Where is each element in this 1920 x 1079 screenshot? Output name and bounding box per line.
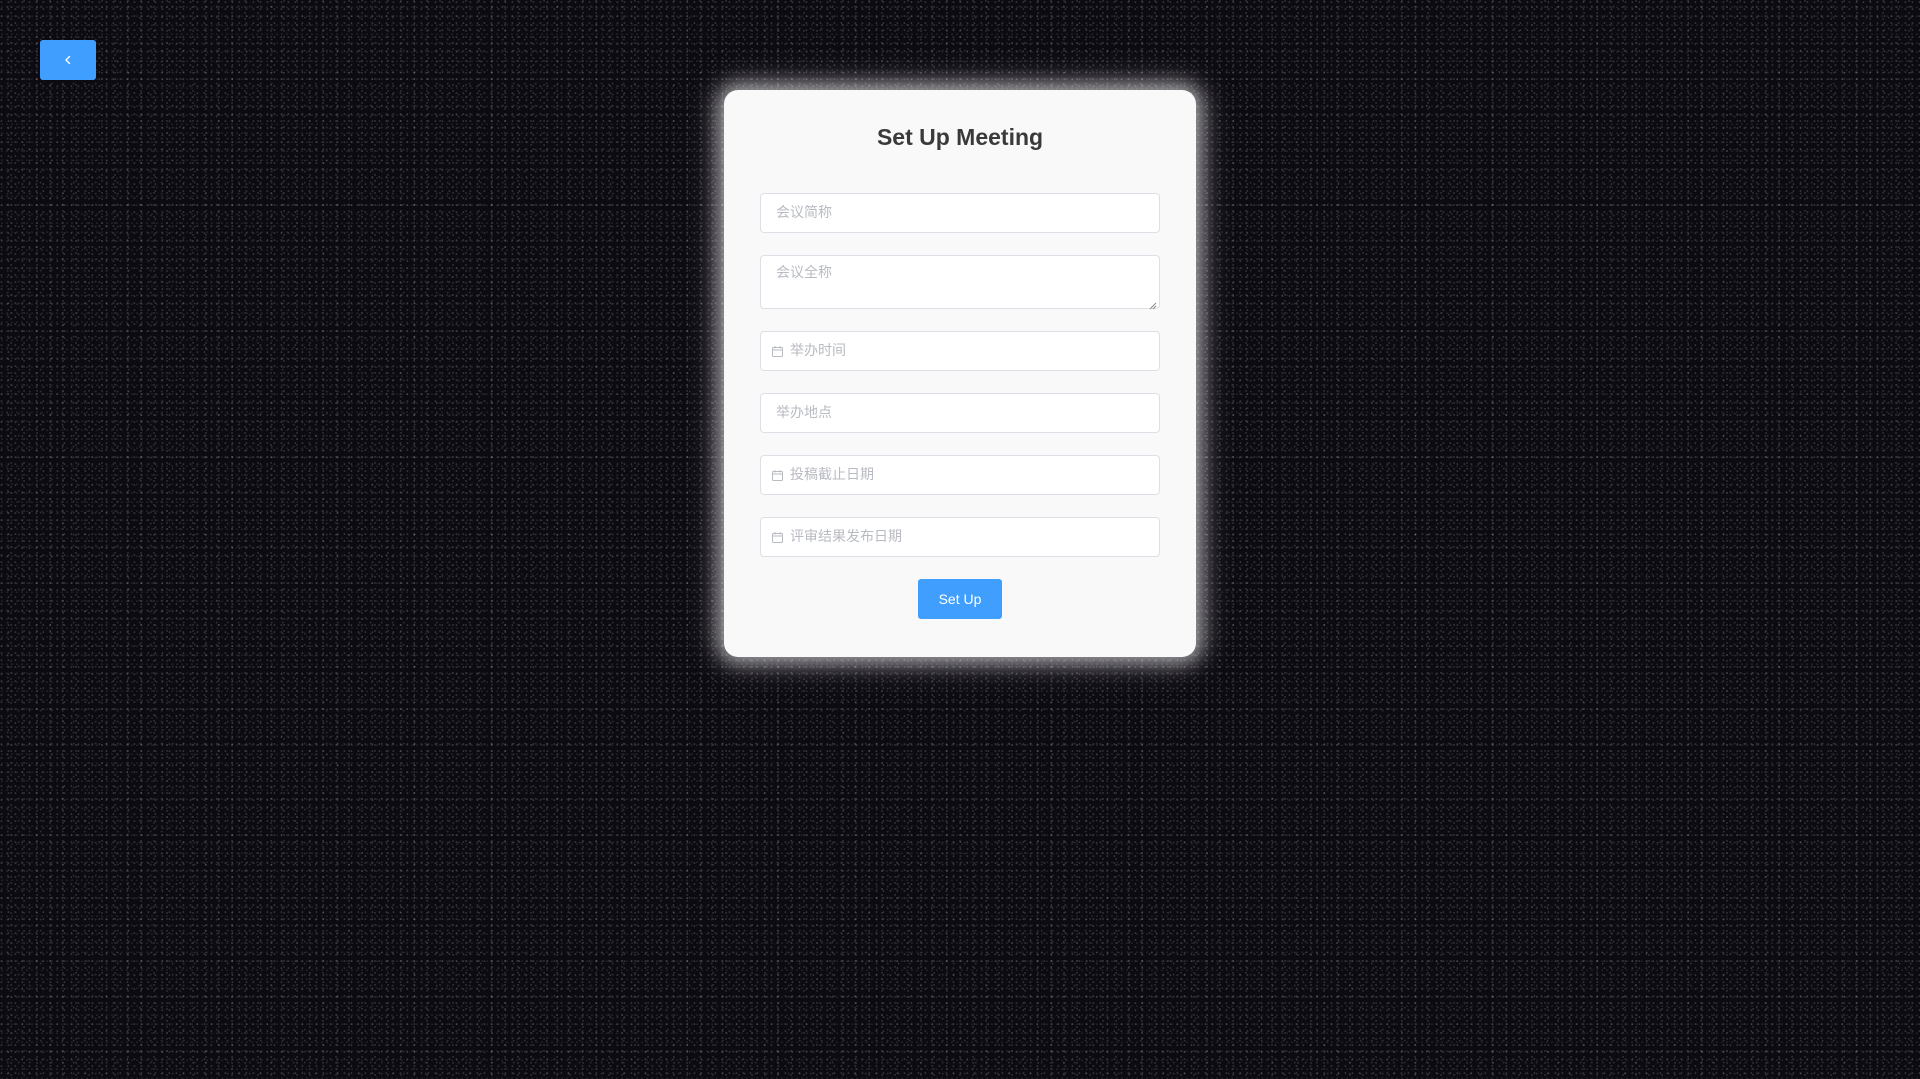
location-input[interactable] <box>776 394 1144 432</box>
full-name-field <box>760 255 1160 310</box>
submission-deadline-picker[interactable] <box>760 455 1160 495</box>
submission-deadline-input[interactable] <box>790 456 1144 494</box>
page-background: { "page": { "title": "Set Up Meeting" },… <box>0 0 1920 1079</box>
review-result-date-picker[interactable] <box>760 517 1160 557</box>
held-time-input[interactable] <box>790 332 1144 370</box>
page-title: Set Up Meeting <box>876 124 1044 150</box>
set-up-button[interactable]: Set Up <box>918 579 1002 619</box>
back-button[interactable] <box>40 40 96 80</box>
review-result-date-input[interactable] <box>790 518 1144 556</box>
short-name-field <box>760 193 1160 233</box>
calendar-icon <box>771 469 784 482</box>
chevron-left-icon <box>62 54 74 66</box>
held-time-picker[interactable] <box>760 331 1160 371</box>
meeting-form-card: Set Up Meeting 会议简称 会议全称 举办时间 举办地点 投稿截止日… <box>724 90 1196 657</box>
resize-grip-icon[interactable] <box>1149 298 1157 310</box>
calendar-icon <box>771 345 784 358</box>
location-field <box>760 393 1160 433</box>
calendar-icon <box>771 531 784 544</box>
full-name-textarea[interactable] <box>776 262 1144 302</box>
short-name-input[interactable] <box>776 194 1144 232</box>
